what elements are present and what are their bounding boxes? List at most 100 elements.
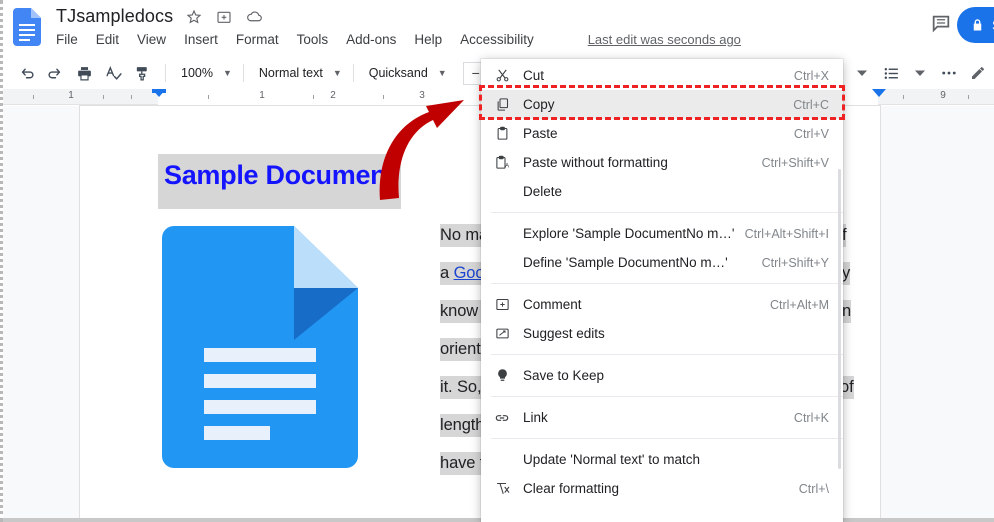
context-menu-label: Define 'Sample DocumentNo m…' [523, 255, 762, 270]
comment-icon[interactable] [930, 12, 954, 36]
context-menu-item-delete[interactable]: Delete [481, 177, 843, 206]
context-menu-label: Suggest edits [523, 326, 829, 341]
clipped-text-fragment: n [842, 300, 851, 323]
toolbar-divider [353, 64, 354, 82]
menu-divider [491, 354, 843, 355]
star-icon[interactable] [185, 8, 203, 26]
context-menu-label: Clear formatting [523, 481, 799, 496]
context-menu-item-update-normal-text[interactable]: Update 'Normal text' to match [481, 445, 843, 474]
context-menu-shortcut: Ctrl+Shift+Y [762, 256, 829, 270]
toolbar-right-group [849, 57, 994, 89]
font-family-dropdown[interactable]: Quicksand ▼ [361, 61, 457, 85]
copy-icon [491, 97, 513, 112]
context-menu-shortcut: Ctrl+C [793, 98, 829, 112]
context-menu-item-suggest-edits[interactable]: Suggest edits [481, 319, 843, 348]
menu-accessibility[interactable]: Accessibility [460, 32, 534, 47]
chevron-down-icon[interactable] [907, 60, 933, 86]
context-menu-item-clear-formatting[interactable]: Clear formatting Ctrl+\ [481, 474, 843, 503]
context-menu-label: Explore 'Sample DocumentNo m…' [523, 226, 745, 241]
menu-edit[interactable]: Edit [96, 32, 119, 47]
google-docs-window: TJsampledocs File Edit View [0, 0, 994, 522]
context-menu-item-copy[interactable]: Copy Ctrl+C [481, 90, 843, 119]
last-edit-status[interactable]: Last edit was seconds ago [588, 32, 741, 47]
google-docs-document-icon[interactable] [162, 226, 358, 468]
context-menu-item-paste[interactable]: Paste Ctrl+V [481, 119, 843, 148]
context-menu-shortcut: Ctrl+Shift+V [762, 156, 829, 170]
right-indent-marker[interactable] [872, 89, 886, 97]
ruler-number: 1 [259, 90, 265, 101]
share-button[interactable]: S [957, 7, 994, 43]
lock-icon [970, 18, 985, 33]
toolbar-divider [165, 64, 166, 82]
document-heading[interactable]: Sample Document [158, 154, 401, 209]
cut-icon [491, 68, 513, 83]
context-menu-item-paste-without-formatting[interactable]: A Paste without formatting Ctrl+Shift+V [481, 148, 843, 177]
chevron-down-icon: ▼ [438, 68, 447, 78]
comment-add-icon [491, 297, 513, 312]
clear-formatting-icon [491, 481, 513, 496]
menu-format[interactable]: Format [236, 32, 279, 47]
svg-text:A: A [505, 163, 510, 170]
google-docs-logo-icon[interactable] [13, 8, 41, 46]
context-menu-shortcut: Ctrl+X [794, 69, 829, 83]
paragraph-style-dropdown[interactable]: Normal text ▼ [251, 61, 346, 85]
menu-file[interactable]: File [56, 32, 78, 47]
chevron-down-icon: ▼ [223, 68, 232, 78]
edit-mode-icon[interactable] [965, 60, 991, 86]
context-menu-label: Update 'Normal text' to match [523, 452, 829, 467]
context-menu-item-link[interactable]: Link Ctrl+K [481, 403, 843, 432]
ruler-number: 1 [68, 90, 74, 101]
bulleted-list-icon[interactable] [878, 60, 904, 86]
menu-divider [491, 438, 843, 439]
context-menu-shortcut: Ctrl+Alt+Shift+I [745, 227, 829, 241]
context-menu-label: Cut [523, 68, 794, 83]
keep-bulb-icon [491, 368, 513, 383]
context-menu-item-cut[interactable]: Cut Ctrl+X [481, 61, 843, 90]
context-menu-shortcut: Ctrl+V [794, 127, 829, 141]
redo-icon[interactable] [42, 60, 68, 86]
cloud-saved-icon[interactable] [245, 8, 263, 26]
context-menu-scrollbar[interactable] [838, 169, 841, 469]
menu-view[interactable]: View [137, 32, 166, 47]
menu-help[interactable]: Help [414, 32, 442, 47]
context-menu-label: Link [523, 410, 794, 425]
chevron-down-icon[interactable] [849, 60, 875, 86]
context-menu-item-explore[interactable]: Explore 'Sample DocumentNo m…' Ctrl+Alt+… [481, 219, 843, 248]
context-menu-item-save-to-keep[interactable]: Save to Keep [481, 361, 843, 390]
app-header: TJsampledocs File Edit View [3, 0, 994, 57]
menu-insert[interactable]: Insert [184, 32, 218, 47]
zoom-level-value: 100% [181, 66, 213, 80]
context-menu-item-comment[interactable]: Comment Ctrl+Alt+M [481, 290, 843, 319]
first-line-indent-marker[interactable] [152, 89, 166, 93]
context-menu-shortcut: Ctrl+Alt+M [770, 298, 829, 312]
zoom-level-dropdown[interactable]: 100% ▼ [173, 61, 236, 85]
menu-tools[interactable]: Tools [297, 32, 329, 47]
menu-divider [491, 396, 843, 397]
context-menu-label: Paste without formatting [523, 155, 762, 170]
menu-divider [491, 212, 843, 213]
paste-icon [491, 126, 513, 141]
context-menu-label: Delete [523, 184, 829, 199]
paint-format-icon[interactable] [129, 60, 155, 86]
font-family-value: Quicksand [369, 66, 428, 80]
undo-icon[interactable] [13, 60, 39, 86]
menu-bar: File Edit View Insert Format Tools Add-o… [56, 32, 741, 47]
context-menu-label: Save to Keep [523, 368, 829, 383]
page-title[interactable]: TJsampledocs [56, 6, 173, 27]
paste-plain-icon: A [491, 155, 513, 170]
context-menu-item-define[interactable]: Define 'Sample DocumentNo m…' Ctrl+Shift… [481, 248, 843, 277]
paragraph-style-value: Normal text [259, 66, 323, 80]
menu-divider [491, 283, 843, 284]
body-text-pre: a [440, 264, 454, 282]
suggest-edits-icon [491, 326, 513, 341]
context-menu-shortcut: Ctrl+K [794, 411, 829, 425]
spellcheck-icon[interactable] [100, 60, 126, 86]
more-options-icon[interactable] [936, 60, 962, 86]
link-icon [491, 410, 513, 426]
ruler-number: 9 [940, 90, 946, 101]
menu-add-ons[interactable]: Add-ons [346, 32, 396, 47]
move-to-folder-icon[interactable] [215, 8, 233, 26]
context-menu-label: Paste [523, 126, 794, 141]
print-icon[interactable] [71, 60, 97, 86]
context-menu[interactable]: Cut Ctrl+X Copy Ctrl+C Paste Ctrl+V [481, 59, 843, 522]
